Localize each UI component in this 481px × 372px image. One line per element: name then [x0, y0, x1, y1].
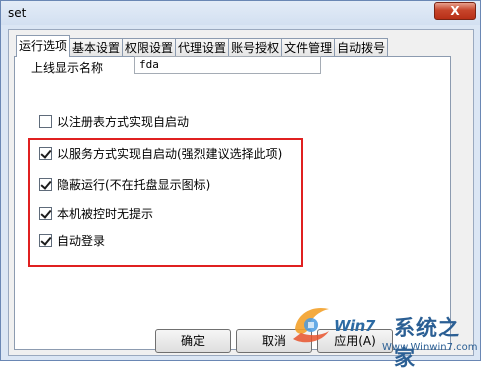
- tab-account-authorization[interactable]: 账号授权: [229, 38, 283, 57]
- close-icon: X: [450, 4, 460, 18]
- checkbox-no-prompt[interactable]: [39, 206, 52, 220]
- option-hidden-run[interactable]: 隐蔽运行(不在托盘显示图标): [39, 176, 210, 192]
- tab-basic-settings[interactable]: 基本设置: [70, 38, 124, 57]
- option-label: 以服务方式实现自启动(强烈建议选择此项): [57, 146, 283, 161]
- tab-panel: [14, 56, 451, 350]
- tab-permission-settings[interactable]: 权限设置: [123, 38, 177, 57]
- option-label: 自动登录: [57, 233, 106, 248]
- ok-button[interactable]: 确定: [155, 329, 231, 353]
- option-auto-login[interactable]: 自动登录: [39, 232, 105, 248]
- watermark-brand: Win7: [334, 317, 375, 335]
- tab-run-options[interactable]: 运行选项: [16, 35, 71, 57]
- watermark-url: Www.Winwin7.com: [382, 342, 478, 353]
- option-service-autostart[interactable]: 以服务方式实现自启动(强烈建议选择此项): [39, 145, 282, 161]
- option-no-prompt[interactable]: 本机被控时无提示: [39, 205, 153, 221]
- checkbox-auto-login[interactable]: [39, 233, 52, 247]
- option-registry-autostart[interactable]: 以注册表方式实现自启动: [39, 113, 189, 129]
- checkbox-hidden-run[interactable]: [39, 177, 52, 191]
- checkbox-service-autostart[interactable]: [39, 146, 52, 160]
- option-label: 本机被控时无提示: [57, 206, 154, 221]
- watermark-logo-icon: [293, 307, 329, 343]
- option-label: 以注册表方式实现自启动: [57, 114, 190, 129]
- dialog-window: set X 运行选项 基本设置 权限设置 代理设置 账号授权 文件管理 自动拨号…: [0, 0, 481, 370]
- tab-auto-dial[interactable]: 自动拨号: [335, 38, 389, 57]
- tab-proxy-settings[interactable]: 代理设置: [176, 38, 230, 57]
- checkbox-registry-autostart[interactable]: [39, 114, 52, 128]
- title-bar[interactable]: set X: [1, 1, 480, 25]
- display-name-label: 上线显示名称: [31, 61, 104, 75]
- dialog-client: 运行选项 基本设置 权限设置 代理设置 账号授权 文件管理 自动拨号: [8, 29, 474, 356]
- close-button[interactable]: X: [434, 2, 476, 20]
- tab-strip: 运行选项 基本设置 权限设置 代理设置 账号授权 文件管理 自动拨号: [16, 35, 389, 57]
- tab-file-management[interactable]: 文件管理: [282, 38, 336, 57]
- window-title: set: [8, 6, 27, 20]
- display-name-input[interactable]: fda: [134, 56, 321, 74]
- option-label: 隐蔽运行(不在托盘显示图标): [57, 177, 211, 192]
